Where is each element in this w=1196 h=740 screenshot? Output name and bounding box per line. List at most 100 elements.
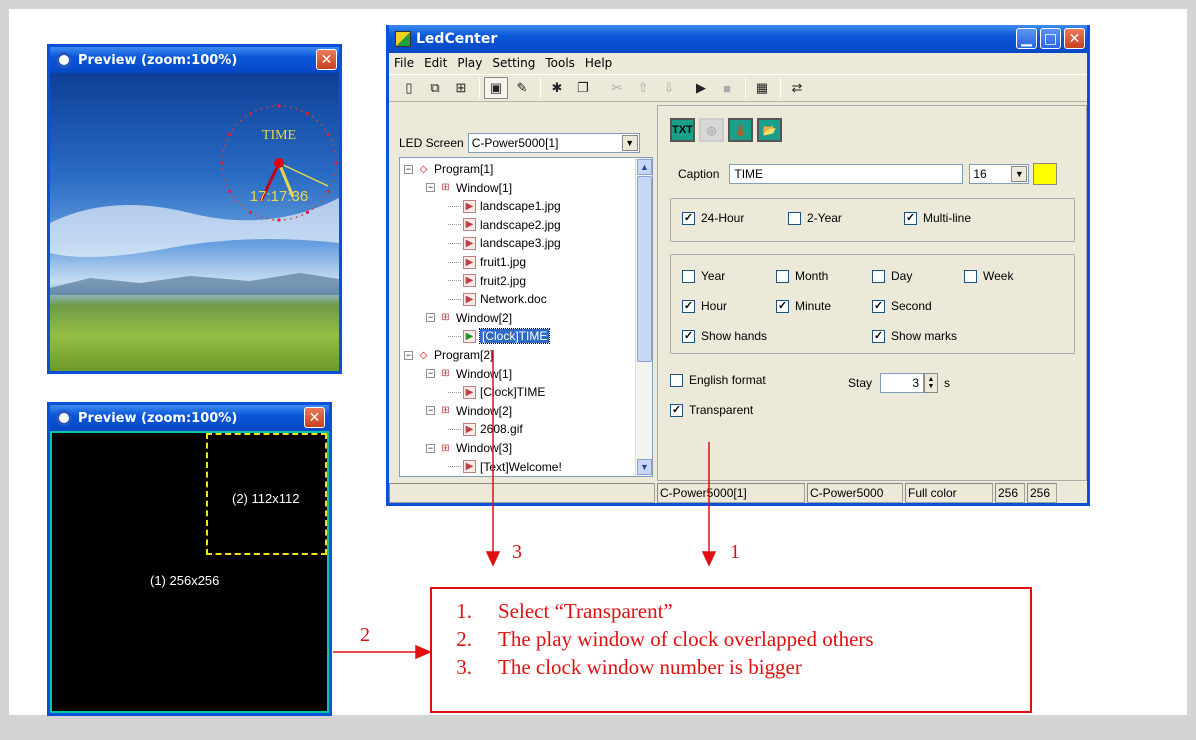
add-item-icon[interactable]: ✱ [545, 77, 569, 99]
option-checkbox[interactable]: Day [872, 269, 912, 283]
tree-node[interactable]: ▶ [Clock]TIME [448, 327, 551, 345]
checkbox-box[interactable]: ✓ [682, 299, 695, 313]
edit-icon[interactable]: ✎ [510, 77, 534, 99]
move-down-icon[interactable]: ⇩ [657, 77, 681, 99]
tree-node[interactable]: ▶ [Clock]TIME [448, 383, 545, 401]
clock-tab-icon[interactable]: ◎ [699, 118, 724, 142]
collapse-icon[interactable]: − [404, 164, 413, 174]
font-size-select[interactable]: 16 ▼ [969, 164, 1030, 184]
preview-titlebar[interactable]: Preview (zoom:100%) ✕ [50, 47, 339, 73]
close-icon[interactable]: ✕ [316, 49, 337, 70]
checkbox-box[interactable]: ✓ [682, 211, 695, 225]
tree-node[interactable]: ▶ landscape3.jpg [448, 234, 561, 252]
menu-edit[interactable]: Edit [419, 56, 452, 70]
tree-node[interactable]: − ◇ Program[2] [404, 346, 493, 364]
checkbox-box[interactable]: ✓ [682, 329, 695, 343]
checkbox-box[interactable]: ✓ [776, 299, 789, 313]
tree-node[interactable]: ▶ [Text]Welcome! [448, 458, 562, 476]
collapse-icon[interactable]: − [426, 406, 435, 416]
stay-input[interactable]: 3 [880, 373, 925, 393]
chevron-down-icon[interactable]: ▼ [621, 135, 638, 151]
tree-scrollbar[interactable]: ▲ ▼ [635, 158, 652, 476]
scroll-up-icon[interactable]: ▲ [637, 159, 652, 175]
scroll-thumb[interactable] [637, 176, 652, 362]
temperature-tab-icon[interactable]: 🌡 [728, 118, 753, 142]
collapse-icon[interactable]: − [426, 313, 435, 323]
checkbox-box[interactable] [670, 373, 683, 387]
option-checkbox[interactable]: 2-Year [788, 211, 842, 225]
checkbox-box[interactable] [872, 269, 885, 283]
maximize-icon[interactable]: □ [1040, 28, 1061, 49]
checkbox-box[interactable]: ✓ [670, 403, 683, 417]
send-icon[interactable]: ⇄ [785, 77, 809, 99]
checkbox-box[interactable]: ✓ [872, 329, 885, 343]
minimize-icon[interactable]: ▁ [1016, 28, 1037, 49]
move-up-icon[interactable]: ⇧ [631, 77, 655, 99]
menu-help[interactable]: Help [580, 56, 617, 70]
option-checkbox[interactable]: ✓ Multi-line [904, 211, 971, 225]
open-folder-tab-icon[interactable]: 📂 [757, 118, 782, 142]
option-checkbox[interactable]: English format [670, 373, 766, 387]
preview-window-landscape[interactable]: Preview (zoom:100%) ✕ TIME 17:17:36 [47, 44, 342, 374]
collapse-icon[interactable]: − [426, 443, 435, 453]
menu-setting[interactable]: Setting [487, 56, 540, 70]
tree-node[interactable]: − ⊞ Window[1] [426, 179, 512, 197]
tree-node[interactable]: ▶ fruit2.jpg [448, 272, 526, 290]
tree-node[interactable]: − ⊞ Window[3] [426, 439, 512, 457]
app-titlebar[interactable]: LedCenter ▁ □ ✕ [389, 25, 1087, 53]
collapse-icon[interactable]: − [404, 350, 413, 360]
option-checkbox[interactable]: ✓ Second [872, 299, 932, 313]
led-screen-select[interactable]: C-Power5000[1] ▼ [467, 133, 640, 153]
tree-node[interactable]: ▶ 2608.gif [448, 420, 523, 438]
stay-spinner[interactable]: ▲ ▼ [924, 373, 939, 393]
cut-icon[interactable]: ✂ [605, 77, 629, 99]
option-checkbox[interactable]: ✓ Show marks [872, 329, 957, 343]
preview-toggle-icon[interactable]: ▣ [484, 77, 508, 99]
checkbox-box[interactable] [776, 269, 789, 283]
menu-play[interactable]: Play [452, 56, 487, 70]
tree-node[interactable]: ▶ landscape1.jpg [448, 197, 561, 215]
program-tree[interactable]: ▲ ▼ − ◇ Program[1] − ⊞ Window[1] ▶ landscape1.j… [399, 157, 653, 477]
checkbox-box[interactable] [964, 269, 977, 283]
option-checkbox[interactable]: Month [776, 269, 828, 283]
checkbox-box[interactable]: ✓ [904, 211, 917, 225]
option-checkbox[interactable]: ✓ Hour [682, 299, 727, 313]
tree-node[interactable]: − ⊞ Window[1] [426, 365, 512, 383]
caption-color-button[interactable] [1033, 163, 1058, 185]
close-icon[interactable]: ✕ [304, 407, 325, 428]
option-checkbox[interactable]: Week [964, 269, 1013, 283]
preview-window-layout[interactable]: Preview (zoom:100%) ✕ (2) 112x112 (1) 25… [47, 402, 332, 716]
new-file-icon[interactable]: ▯ [397, 77, 421, 99]
tree-node[interactable]: − ⊞ Window[2] [426, 402, 512, 420]
stop-icon[interactable]: ■ [715, 77, 739, 99]
text-tab-icon[interactable]: TXT [670, 118, 695, 142]
checkbox-box[interactable]: ✓ [872, 299, 885, 313]
option-checkbox[interactable]: ✓ Minute [776, 299, 831, 313]
tree-node[interactable]: − ⊞ Window[2] [426, 309, 512, 327]
preview-titlebar[interactable]: Preview (zoom:100%) ✕ [50, 405, 329, 431]
ledcenter-window[interactable]: LedCenter ▁ □ ✕ File Edit Play Setting T… [386, 25, 1090, 506]
close-icon[interactable]: ✕ [1064, 28, 1085, 49]
collapse-icon[interactable]: − [426, 183, 435, 193]
menu-file[interactable]: File [389, 56, 419, 70]
scroll-down-icon[interactable]: ▼ [637, 459, 652, 475]
option-checkbox[interactable]: ✓ Transparent [670, 403, 753, 417]
tree-node[interactable]: − ◇ Program[1] [404, 160, 493, 178]
caption-input[interactable]: TIME [729, 164, 964, 184]
led-settings-icon[interactable]: ▦ [750, 77, 774, 99]
copy-item-icon[interactable]: ❐ [571, 77, 595, 99]
add-program-icon[interactable]: ⧉ [423, 77, 447, 99]
collapse-icon[interactable]: − [426, 369, 435, 379]
chevron-down-icon[interactable]: ▼ [1011, 166, 1028, 182]
option-checkbox[interactable]: ✓ Show hands [682, 329, 767, 343]
tree-node[interactable]: ▶ landscape2.jpg [448, 216, 561, 234]
tree-node[interactable]: ▶ fruit1.jpg [448, 253, 526, 271]
play-icon[interactable]: ▶ [689, 77, 713, 99]
menu-tools[interactable]: Tools [540, 56, 580, 70]
option-checkbox[interactable]: Year [682, 269, 725, 283]
tree-node[interactable]: ▶ Network.doc [448, 290, 547, 308]
option-checkbox[interactable]: ✓ 24-Hour [682, 211, 744, 225]
checkbox-box[interactable] [682, 269, 695, 283]
add-window-icon[interactable]: ⊞ [449, 77, 473, 99]
checkbox-box[interactable] [788, 211, 801, 225]
